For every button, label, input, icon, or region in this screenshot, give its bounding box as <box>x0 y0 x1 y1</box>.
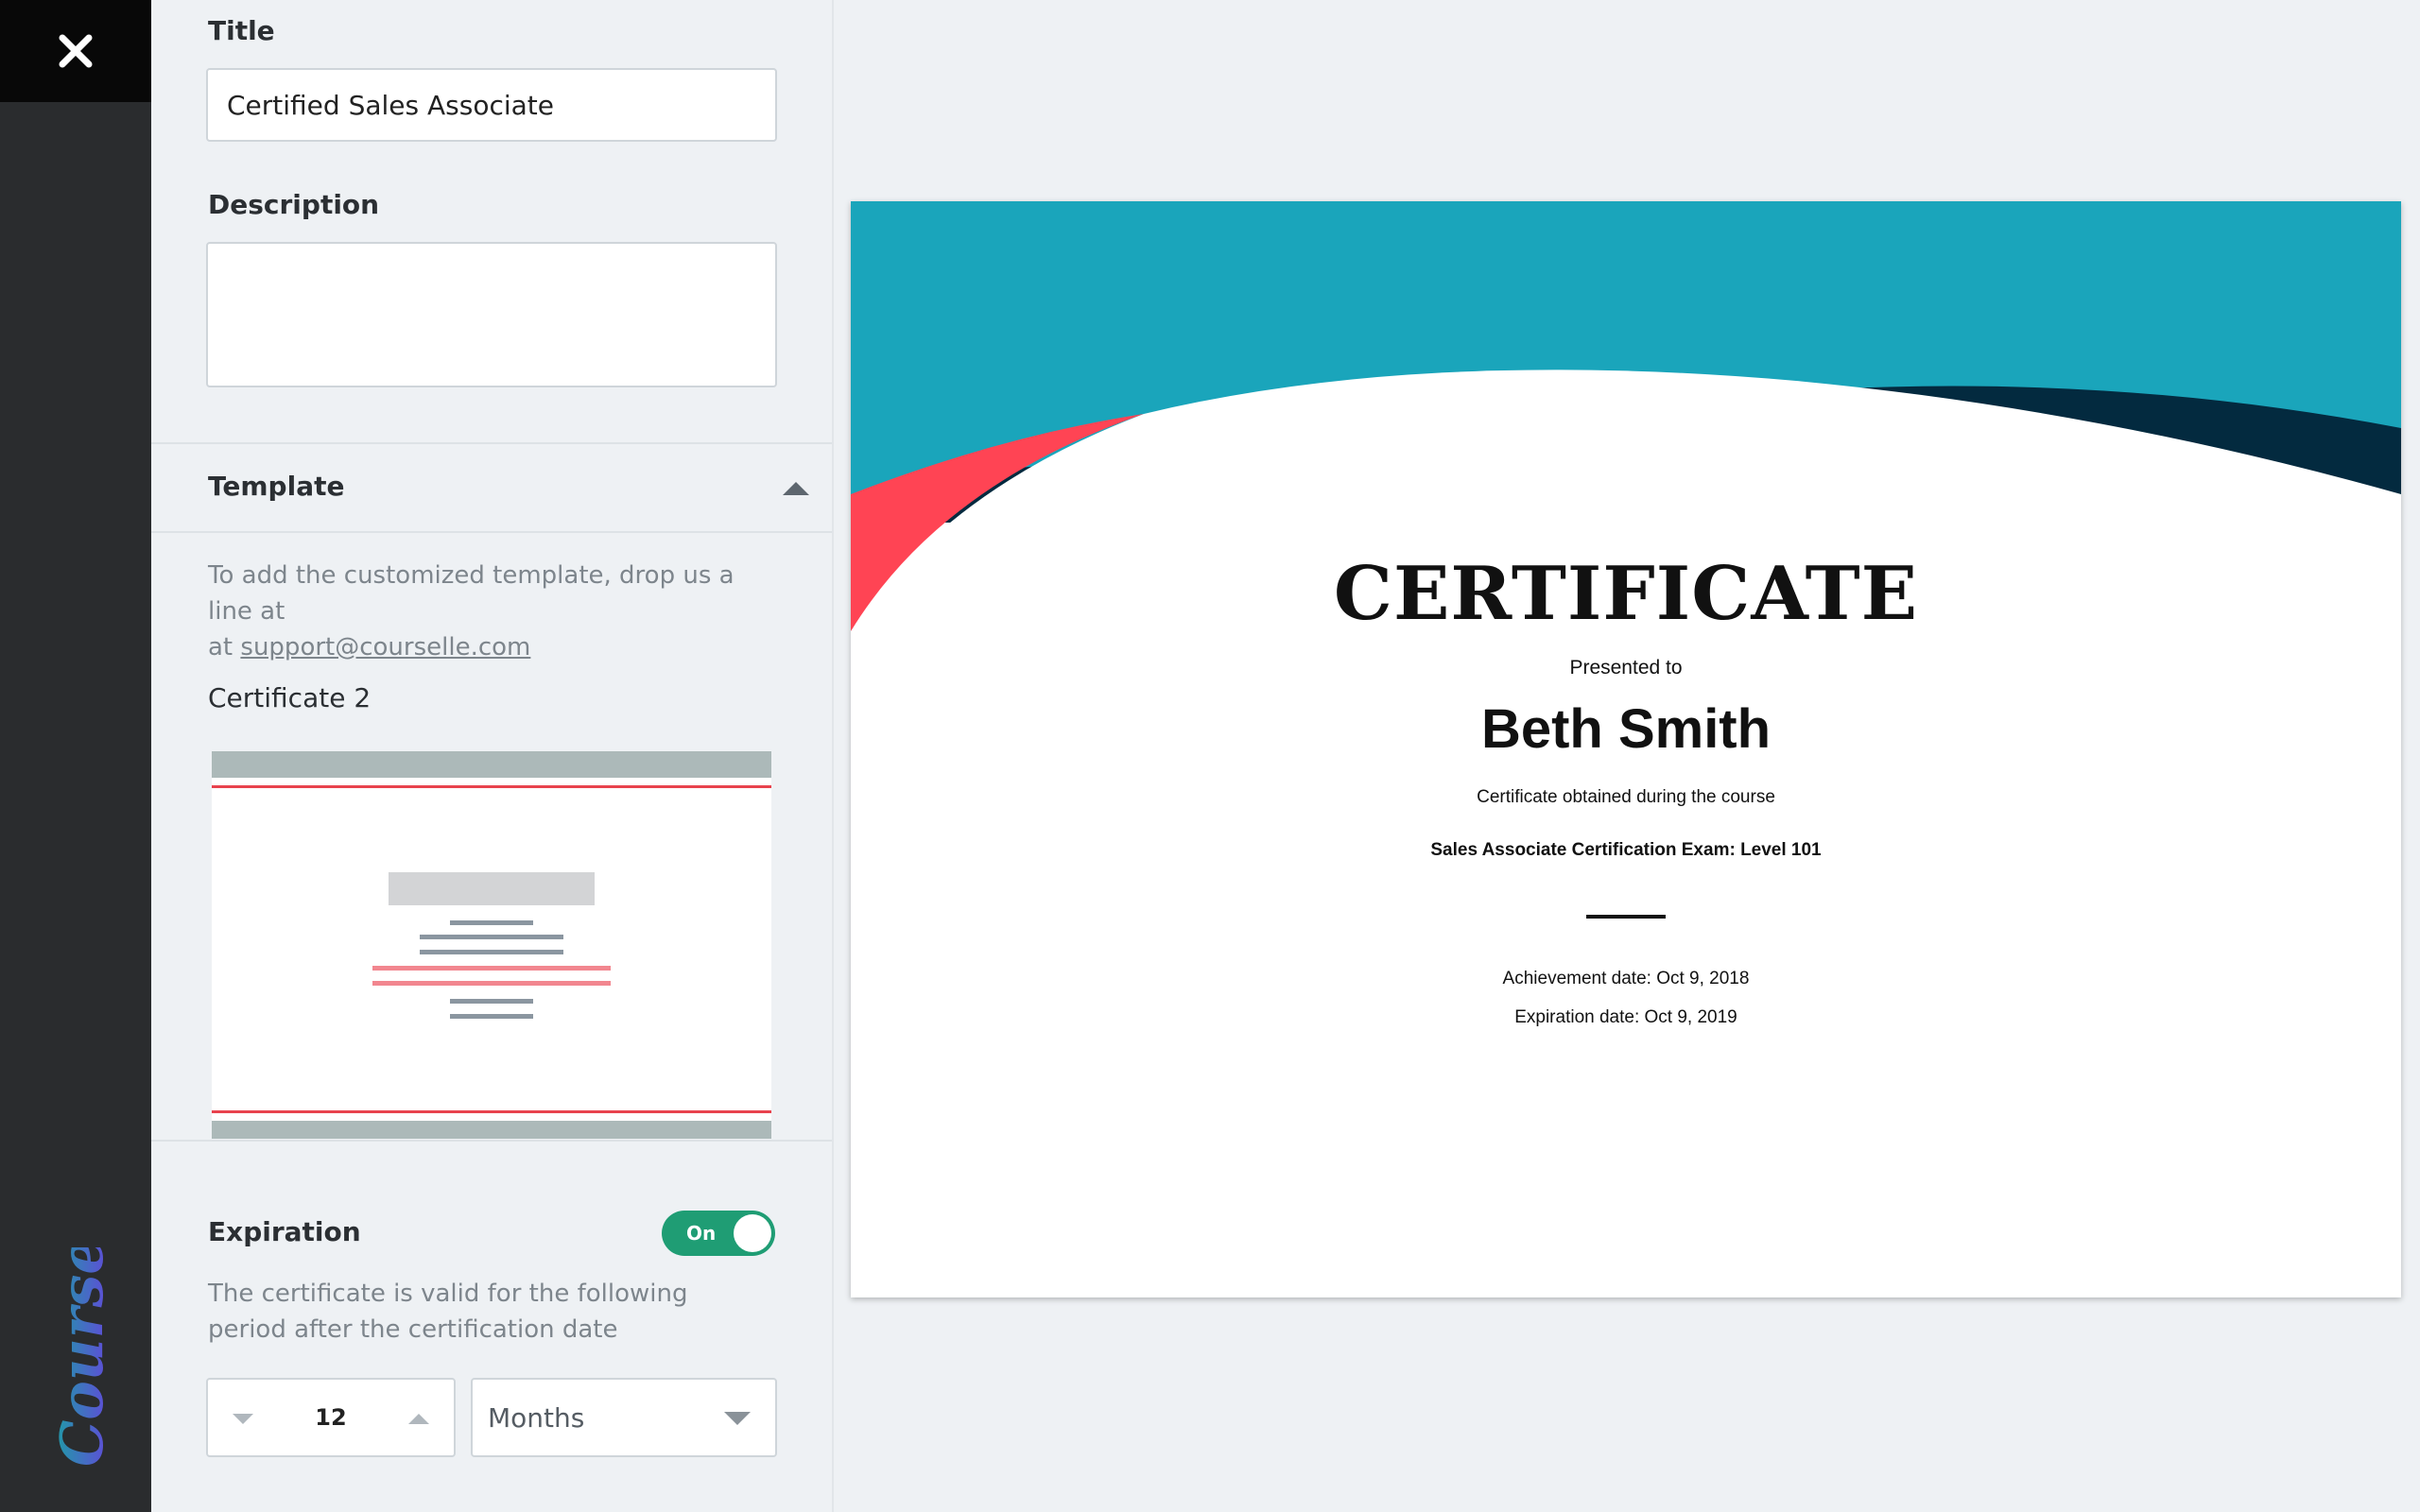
description-label: Description <box>208 189 380 220</box>
collapse-caret-icon[interactable] <box>783 482 809 495</box>
title-input[interactable] <box>206 68 777 142</box>
recipient-name: Beth Smith <box>1480 698 1772 760</box>
template-help-line: To add the customized template, drop us … <box>208 561 735 626</box>
chevron-down-icon <box>724 1412 751 1425</box>
expiration-help-line-1: The certificate is valid for the followi… <box>208 1280 688 1308</box>
title-label: Title <box>208 15 275 46</box>
close-icon <box>59 34 93 68</box>
svg-text:Courselle: Courselle <box>47 1247 112 1467</box>
close-button[interactable] <box>0 0 151 102</box>
expiration-date: Expiration date: Oct 9, 2019 <box>1514 1007 1737 1027</box>
period-stepper[interactable]: 12 <box>206 1378 456 1457</box>
certificate-divider <box>1586 915 1666 919</box>
course-name: Sales Associate Certification Exam: Leve… <box>1430 840 1822 860</box>
settings-panel: Title Description Template To add the cu… <box>151 0 834 1512</box>
template-thumbnail-preview <box>212 751 771 1139</box>
template-section-header[interactable]: Template <box>151 444 832 531</box>
expiration-help-line-2: period after the certification date <box>208 1315 618 1344</box>
certificate-title: CERTIFICATE <box>1333 551 1919 637</box>
section-divider <box>151 531 832 533</box>
app-rail: Courselle <box>0 0 151 1512</box>
obtained-text: Certificate obtained during the course <box>1477 787 1775 807</box>
expiration-toggle[interactable]: On <box>662 1211 775 1256</box>
increment-icon[interactable] <box>408 1414 429 1424</box>
template-help-at: at <box>208 633 233 662</box>
expiration-help-text: The certificate is valid for the followi… <box>208 1276 775 1348</box>
presented-to-text: Presented to <box>1569 657 1683 679</box>
template-name: Certificate 2 <box>208 682 372 713</box>
achievement-date: Achievement date: Oct 9, 2018 <box>1502 969 1750 988</box>
section-divider <box>151 1140 832 1142</box>
description-input[interactable] <box>206 242 777 387</box>
expiration-heading: Expiration <box>208 1216 361 1247</box>
period-unit-value: Months <box>488 1402 585 1434</box>
template-help-text: To add the customized template, drop us … <box>208 558 775 665</box>
template-heading: Template <box>208 471 345 502</box>
toggle-label: On <box>686 1222 717 1245</box>
template-thumbnail[interactable] <box>212 751 771 1139</box>
courselle-logo: Courselle <box>47 1247 112 1467</box>
toggle-knob <box>734 1214 771 1252</box>
period-unit-select[interactable]: Months <box>471 1378 777 1457</box>
certificate-preview: CERTIFICATE Presented to Beth Smith Cert… <box>851 201 2401 1297</box>
support-email-link[interactable]: support@courselle.com <box>240 633 530 662</box>
